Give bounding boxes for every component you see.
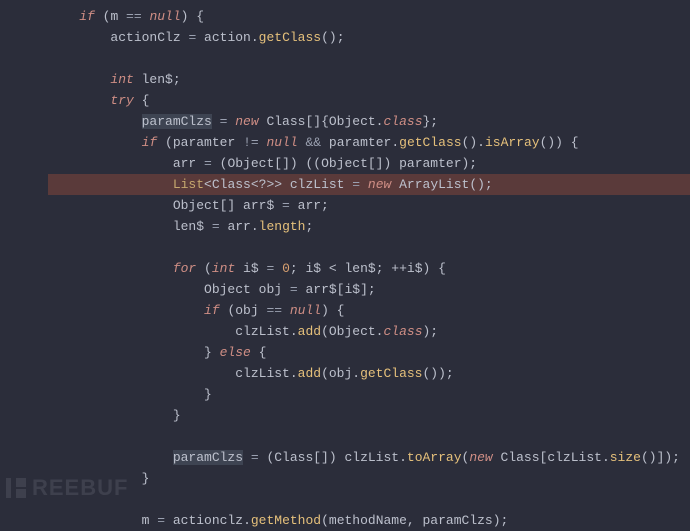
code-line [48,48,690,69]
code-line [48,489,690,510]
code-line [48,237,690,258]
code-line: len$ = arr.length; [48,216,690,237]
code-line: paramClzs = new Class[]{Object.class}; [48,111,690,132]
code-line [48,426,690,447]
code-line: } [48,384,690,405]
code-line: } [48,468,690,489]
code-line: actionClz = action.getClass(); [48,27,690,48]
code-line: Object obj = arr$[i$]; [48,279,690,300]
code-line: for (int i$ = 0; i$ < len$; ++i$) { [48,258,690,279]
code-line: try { [48,90,690,111]
code-line: int len$; [48,69,690,90]
code-line: if (obj == null) { [48,300,690,321]
code-line: } [48,405,690,426]
code-line: clzList.add(obj.getClass()); [48,363,690,384]
code-line: paramClzs = (Class[]) clzList.toArray(ne… [48,447,690,468]
code-line-highlighted: List<Class<?>> clzList = new ArrayList()… [48,174,690,195]
code-line: Object[] arr$ = arr; [48,195,690,216]
code-line: clzList.add(Object.class); [48,321,690,342]
code-line: if (m == null) { [48,6,690,27]
code-line: } else { [48,342,690,363]
code-editor[interactable]: if (m == null) { actionClz = action.getC… [0,0,690,531]
code-line: arr = (Object[]) ((Object[]) paramter); [48,153,690,174]
code-line: if (paramter != null && paramter.getClas… [48,132,690,153]
